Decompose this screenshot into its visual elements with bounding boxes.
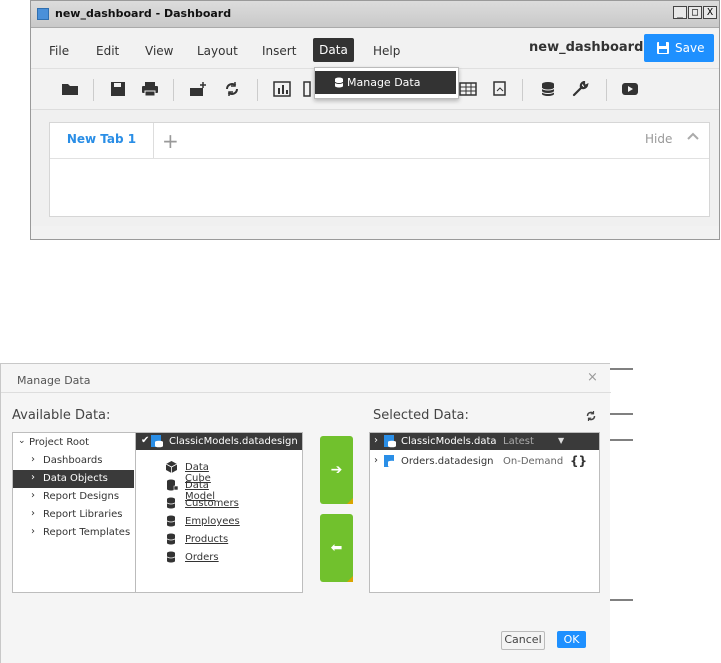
tree-item-label: Report Libraries [43,509,123,520]
selected-item-orders[interactable]: › Orders.datadesign On-Demand {} [370,453,599,470]
cancel-button[interactable]: Cancel [501,631,545,650]
tree-item-label: Report Designs [43,491,120,502]
dialog-close-icon[interactable]: × [587,370,598,385]
chevron-right-icon: › [31,472,35,483]
dialog-title: Manage Data [17,374,91,387]
checkmark-icon: ✔ [141,435,150,446]
data-design-header[interactable]: ✔ ClassicModels.datadesign [136,433,302,450]
refresh-icon[interactable] [585,410,597,425]
chevron-down-icon: ⌄ [18,436,26,446]
data-model-icon [167,479,178,491]
chevron-right-icon: › [31,526,35,537]
chevron-right-icon: › [374,455,378,466]
ok-button[interactable]: OK [557,631,586,648]
chevron-right-icon: › [374,435,378,446]
object-label: Products [185,534,229,545]
tree-item-label: Report Templates [43,527,131,538]
parameters-icon[interactable]: {} [570,454,587,468]
arrow-right-icon: ➔ [330,462,343,478]
tree-item-report-designs[interactable]: › Report Designs [13,488,134,506]
tree-item-report-libraries[interactable]: › Report Libraries [13,506,134,524]
tree-item-project-root[interactable]: ⌄ Project Root [13,434,134,452]
button-corner [347,498,353,504]
tree-item-dashboards[interactable]: › Dashboards [13,452,134,470]
selected-item-label: Orders.datadesign [401,456,494,467]
chevron-right-icon: › [31,490,35,501]
selected-data-panel: › ClassicModels.data Latest ▼ › Orders.d… [369,432,600,593]
selected-data-label: Selected Data: [373,408,469,423]
selected-item-classicmodels[interactable]: › ClassicModels.data Latest ▼ [370,433,599,450]
cube-icon [166,461,177,473]
add-to-selected-button[interactable]: ➔ [320,436,353,504]
data-design-label: ClassicModels.datadesign [169,436,298,447]
button-corner [347,576,353,582]
available-data-label: Available Data: [12,408,111,423]
datadesign-icon [151,435,163,448]
datadesign-icon [384,455,396,468]
dropdown-arrow-icon[interactable]: ▼ [558,436,564,445]
tree-item-label: Data Objects [43,473,108,484]
manage-data-dialog: Manage Data × Available Data: Selected D… [0,363,611,663]
database-icon [166,515,176,527]
object-label: Orders [185,552,219,563]
tree-item-label: Project Root [29,437,90,448]
chevron-right-icon: › [31,508,35,519]
dialog-divider [1,392,611,393]
database-icon [166,497,176,509]
tree-item-label: Dashboards [43,455,103,466]
arrow-left-icon: ⬅ [330,540,343,556]
version-select[interactable]: On-Demand [503,456,563,467]
version-select[interactable]: Latest [503,436,534,447]
database-icon [166,551,176,563]
tree-item-report-templates[interactable]: › Report Templates [13,524,134,542]
database-icon [166,533,176,545]
repository-tree: ⌄ Project Root › Dashboards › Data Objec… [13,433,136,592]
datadesign-icon [384,435,396,448]
selected-item-label: ClassicModels.data [401,436,497,447]
object-label: Employees [185,516,240,527]
available-data-panel: ⌄ Project Root › Dashboards › Data Objec… [12,432,303,593]
object-label: Customers [185,498,239,509]
chevron-right-icon: › [31,454,35,465]
data-objects-list: ✔ ClassicModels.datadesign Data Cube Dat… [136,433,302,592]
tree-item-data-objects[interactable]: › Data Objects [13,470,134,488]
remove-from-selected-button[interactable]: ⬅ [320,514,353,582]
